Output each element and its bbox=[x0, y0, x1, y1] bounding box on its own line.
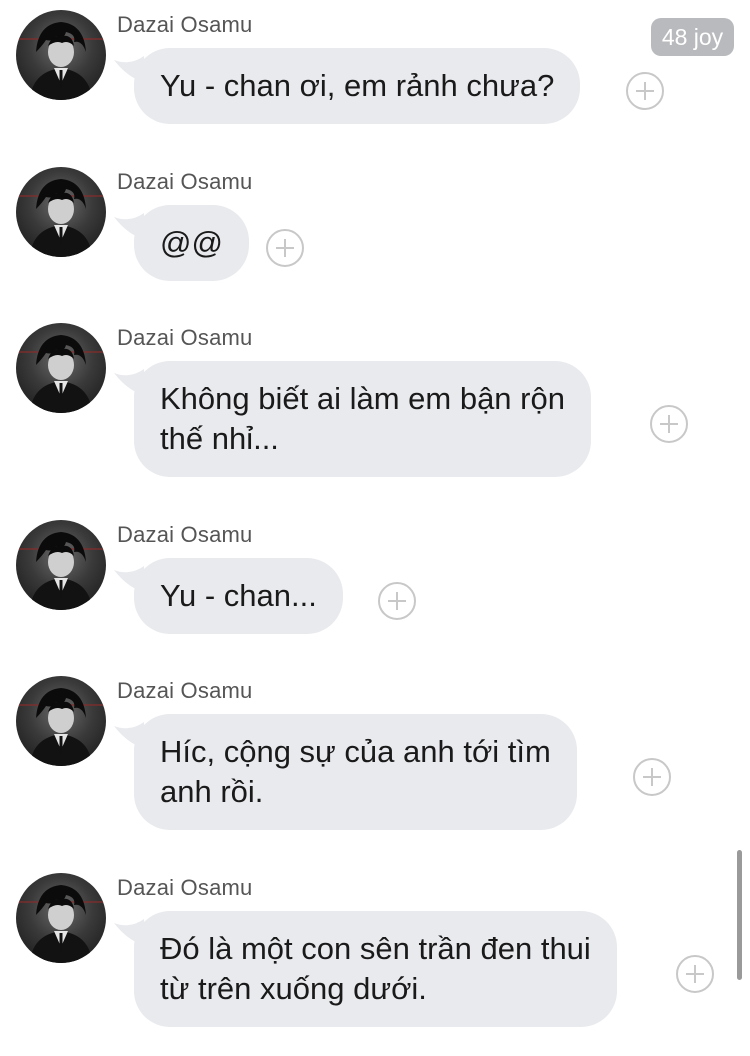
joy-badge[interactable]: 48 joy bbox=[651, 18, 734, 56]
message-text: @@ bbox=[134, 205, 249, 281]
plus-circle-icon[interactable] bbox=[650, 405, 688, 443]
message-text: Không biết ai làm em bận rộn thế nhỉ... bbox=[134, 361, 591, 477]
message-bubble[interactable]: Không biết ai làm em bận rộn thế nhỉ... bbox=[114, 361, 591, 477]
sender-name: Dazai Osamu bbox=[117, 875, 253, 900]
scrollbar[interactable] bbox=[737, 850, 742, 980]
plus-circle-icon[interactable] bbox=[626, 72, 664, 110]
message-bubble[interactable]: Đó là một con sên trần đen thui từ trên … bbox=[114, 911, 617, 1027]
plus-circle-icon[interactable] bbox=[266, 229, 304, 267]
sender-name: Dazai Osamu bbox=[117, 12, 253, 37]
sender-name: Dazai Osamu bbox=[117, 678, 253, 703]
message-text: Yu - chan... bbox=[134, 558, 343, 634]
message-bubble[interactable]: Híc, cộng sự của anh tới tìm anh rồi. bbox=[114, 714, 577, 830]
avatar[interactable] bbox=[16, 520, 106, 610]
sender-name: Dazai Osamu bbox=[117, 522, 253, 547]
message-bubble[interactable]: Yu - chan... bbox=[114, 558, 343, 634]
chat-thread: 48 joy Dazai Osamu Yu - chan ơi, em rảnh… bbox=[0, 0, 750, 1056]
avatar[interactable] bbox=[16, 676, 106, 766]
avatar[interactable] bbox=[16, 323, 106, 413]
plus-circle-icon[interactable] bbox=[378, 582, 416, 620]
message-bubble[interactable]: Yu - chan ơi, em rảnh chưa? bbox=[114, 48, 581, 124]
avatar[interactable] bbox=[16, 167, 106, 257]
message-text: Híc, cộng sự của anh tới tìm anh rồi. bbox=[134, 714, 577, 830]
message-text: Đó là một con sên trần đen thui từ trên … bbox=[134, 911, 617, 1027]
plus-circle-icon[interactable] bbox=[676, 955, 714, 993]
message-text: Yu - chan ơi, em rảnh chưa? bbox=[134, 48, 581, 124]
sender-name: Dazai Osamu bbox=[117, 169, 253, 194]
message-bubble[interactable]: @@ bbox=[114, 205, 249, 281]
avatar[interactable] bbox=[16, 873, 106, 963]
sender-name: Dazai Osamu bbox=[117, 325, 253, 350]
avatar[interactable] bbox=[16, 10, 106, 100]
plus-circle-icon[interactable] bbox=[633, 758, 671, 796]
